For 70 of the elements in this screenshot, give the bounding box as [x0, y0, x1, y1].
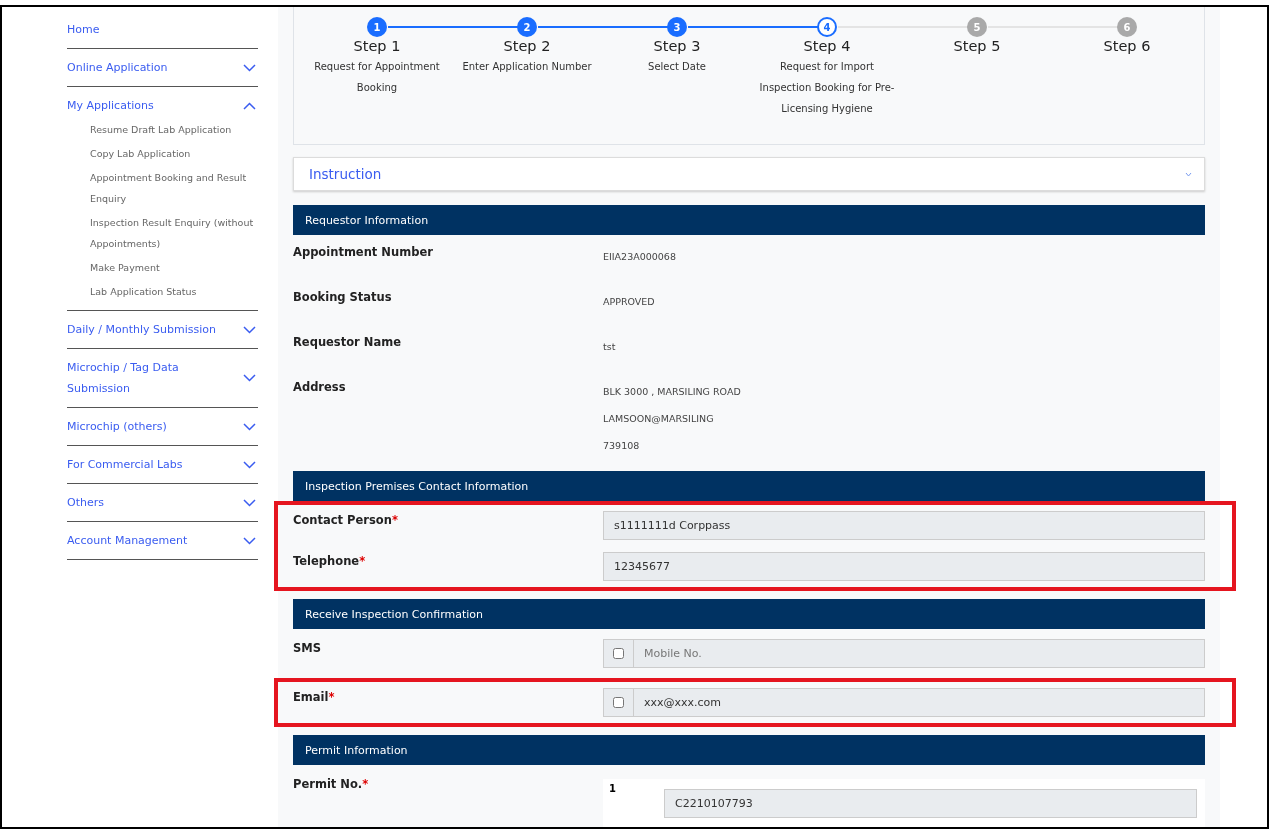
section-header: Inspection Premises Contact Information: [293, 471, 1205, 501]
step-description: Request for Import Inspection Booking for Pre-Licensing Hygiene: [758, 60, 896, 116]
sidebar-item[interactable]: Online Application: [67, 57, 168, 78]
step-title: Step 2: [503, 38, 551, 54]
field-value: APPROVED: [603, 295, 655, 309]
field-label: Contact Person: [293, 513, 392, 527]
input-field[interactable]: 12345677: [603, 552, 1205, 581]
sidebar-item[interactable]: Home: [67, 19, 100, 40]
step-title: Step 5: [953, 38, 1001, 54]
section-header: Requestor Information: [293, 205, 1205, 235]
field-value: BLK 3000 , MARSILING ROAD: [603, 385, 741, 399]
checkbox[interactable]: [613, 648, 624, 659]
chevron-down-icon: [243, 422, 256, 431]
input-field[interactable]: C2210107793: [664, 788, 1197, 818]
field-label: Booking Status: [293, 290, 392, 304]
step-number[interactable]: 2: [517, 17, 537, 37]
input-field[interactable]: Mobile No.: [633, 639, 1205, 668]
field-label: Address: [293, 380, 346, 394]
field-label: SMS: [293, 641, 321, 655]
input-field[interactable]: s1111111d Corppass: [603, 511, 1205, 540]
instruction-accordion[interactable]: Instruction: [293, 157, 1205, 191]
chevron-down-icon: [243, 536, 256, 545]
step-description: Enter Application Number: [461, 60, 593, 74]
field-label: Permit No.: [293, 777, 363, 791]
submenu-item[interactable]: Lab Application Status: [90, 278, 255, 302]
chevron-down-icon: [243, 498, 256, 507]
chevron-down-icon: [243, 374, 256, 382]
sidebar-item[interactable]: For Commercial Labs: [67, 454, 183, 475]
sidebar-item[interactable]: Microchip / Tag Data Submission: [67, 357, 232, 399]
step-title: Step 6: [1103, 38, 1151, 54]
chevron-up-icon: [243, 101, 256, 110]
required-mark: *: [391, 513, 398, 527]
row-index: 1: [609, 783, 617, 794]
submenu-item[interactable]: Resume Draft Lab Application: [90, 116, 255, 140]
field-value: tst: [603, 340, 616, 354]
step-title: Step 4: [803, 38, 851, 54]
field-label: Requestor Name: [293, 335, 401, 349]
step-title: Step 1: [353, 38, 401, 54]
input-field[interactable]: xxx@xxx.com: [633, 688, 1205, 717]
step-description: Request for Appointment Booking: [313, 60, 441, 95]
submenu-item[interactable]: Appointment Booking and Result Enquiry: [90, 164, 255, 209]
sidebar-item[interactable]: Microchip (others): [67, 416, 167, 437]
chevron-down-icon: [1185, 171, 1192, 177]
required-mark: *: [359, 554, 366, 568]
sidebar-item[interactable]: Daily / Monthly Submission: [67, 319, 216, 340]
field-label: Email: [293, 690, 329, 704]
chevron-down-icon: [243, 325, 256, 334]
field-value: 739108: [603, 439, 641, 453]
step-description: Select Date: [647, 60, 707, 74]
step-number[interactable]: 3: [667, 17, 687, 37]
sidebar-item[interactable]: Account Management: [67, 530, 188, 551]
sidebar-item[interactable]: My Applications: [67, 95, 154, 116]
section-header: Permit Information: [293, 735, 1205, 765]
required-mark: *: [362, 777, 369, 791]
field-label: Appointment Number: [293, 245, 433, 259]
field-label: Telephone: [293, 554, 360, 568]
submenu-item[interactable]: Copy Lab Application: [90, 140, 255, 164]
submenu-item[interactable]: Inspection Result Enquiry (without Appointments): [90, 209, 255, 254]
chevron-down-icon: [243, 460, 256, 469]
field-value: LAMSOON@MARSILING: [603, 412, 715, 426]
step-number[interactable]: 4: [817, 17, 837, 37]
field-value: EIIA23A000068: [603, 250, 676, 264]
sidebar-item[interactable]: Others: [67, 492, 104, 513]
checkbox[interactable]: [613, 697, 624, 708]
section-header: Receive Inspection Confirmation: [293, 599, 1205, 629]
submenu-item[interactable]: Make Payment: [90, 254, 255, 278]
step-number[interactable]: 1: [367, 17, 387, 37]
step-title: Step 3: [653, 38, 701, 54]
chevron-down-icon: [243, 63, 256, 72]
required-mark: *: [328, 690, 335, 704]
